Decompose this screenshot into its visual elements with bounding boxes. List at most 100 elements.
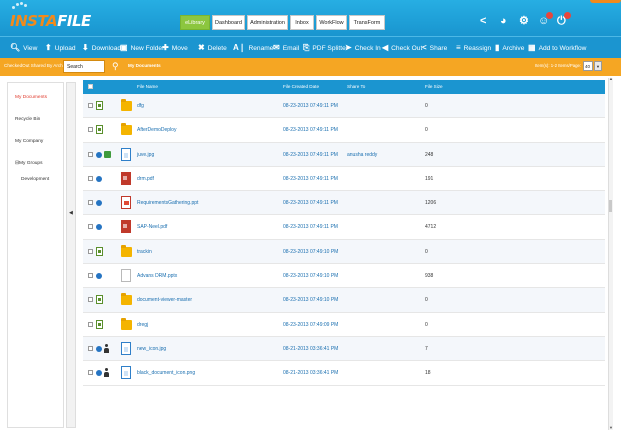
delete-button[interactable]: ✖ Delete bbox=[198, 41, 227, 55]
column-share-to[interactable]: Share To bbox=[347, 84, 365, 89]
archive-button[interactable]: ▮ Archive bbox=[495, 41, 524, 55]
row-checkbox[interactable] bbox=[88, 345, 93, 351]
instafile-logo[interactable]: INSTA FILE bbox=[10, 2, 91, 30]
table-row[interactable]: RequirementsGathering.ppt 08-23-2013 07:4… bbox=[83, 191, 605, 216]
shared-icon[interactable] bbox=[104, 150, 111, 158]
row-checkbox[interactable] bbox=[88, 224, 93, 230]
info-icon[interactable] bbox=[96, 273, 102, 280]
row-checkbox[interactable] bbox=[88, 151, 93, 157]
row-checkbox[interactable] bbox=[88, 127, 93, 133]
folder-icon bbox=[121, 244, 132, 257]
search-icon[interactable]: ⚲ bbox=[112, 61, 119, 71]
sidebar-item-my-documents[interactable]: My Documents bbox=[15, 95, 47, 100]
new-folder-label: New Folder bbox=[130, 44, 165, 52]
upload-button[interactable]: ⬆ Upload bbox=[45, 41, 76, 55]
file-name[interactable]: Advans DRM.pptx bbox=[137, 273, 177, 279]
column-file-name[interactable]: File Name bbox=[137, 84, 158, 89]
vertical-scrollbar[interactable] bbox=[608, 78, 613, 430]
table-row[interactable]: document-viewer-master 08-23-2013 07:49:1… bbox=[83, 288, 605, 313]
table-row[interactable]: juve.jpg 08-23-2013 07:49:11 PM anusha red… bbox=[83, 142, 605, 167]
file-name[interactable]: trackin bbox=[137, 249, 152, 255]
tab-administration[interactable]: Administration bbox=[247, 15, 288, 30]
file-name[interactable]: new_icon.jpg bbox=[137, 346, 166, 352]
folder-properties-icon[interactable] bbox=[96, 246, 103, 256]
folder-properties-icon[interactable] bbox=[96, 319, 103, 329]
row-checkbox[interactable] bbox=[88, 248, 93, 254]
search-input[interactable]: Search bbox=[63, 60, 105, 73]
email-button[interactable]: ✉ Email bbox=[273, 41, 299, 55]
column-created-date[interactable]: File Created Date bbox=[283, 84, 319, 89]
tab-elibrary[interactable]: eLibrary bbox=[180, 15, 210, 30]
sidebar-item-my-groups[interactable]: ⊟My Groups bbox=[15, 161, 42, 166]
select-all-checkbox[interactable] bbox=[88, 84, 93, 89]
table-row[interactable]: Advans DRM.pptx 08-23-2013 07:49:10 PM 938 bbox=[83, 264, 605, 289]
header-corner-accent bbox=[590, 0, 621, 3]
file-name[interactable]: AfterDemoDeploy bbox=[137, 127, 176, 133]
table-row[interactable]: drm.pdf 08-23-2013 07:49:11 PM 191 bbox=[83, 166, 605, 192]
scroll-down-icon[interactable]: ▼ bbox=[609, 425, 613, 430]
file-name[interactable]: drm.pdf bbox=[137, 176, 154, 182]
tab-workflow[interactable]: WorkFlow bbox=[316, 15, 347, 30]
row-checkbox[interactable] bbox=[88, 370, 93, 376]
scrollbar-thumb[interactable] bbox=[609, 200, 612, 212]
rename-button[interactable]: A❘ Rename bbox=[233, 41, 273, 55]
folder-properties-icon[interactable] bbox=[96, 295, 103, 305]
move-button[interactable]: ✚ Move bbox=[162, 41, 188, 55]
row-checkbox[interactable] bbox=[88, 321, 93, 327]
help-icon[interactable]: ◕ bbox=[500, 14, 507, 28]
filter-links[interactable]: CheckedOut Shared By Archive bbox=[4, 63, 69, 68]
table-row[interactable]: dregj 08-23-2013 07:49:09 PM 0 bbox=[83, 312, 605, 337]
info-icon[interactable] bbox=[96, 345, 102, 352]
settings-icon[interactable]: ⚙ bbox=[519, 14, 529, 28]
table-row[interactable]: black_document_icon.png 08-21-2013 03:36:… bbox=[83, 361, 605, 386]
check-in-button[interactable]: ➤ Check In bbox=[345, 41, 381, 55]
file-name[interactable]: juve.jpg bbox=[137, 152, 154, 158]
row-checkbox[interactable] bbox=[88, 273, 93, 279]
info-icon[interactable] bbox=[96, 151, 102, 158]
view-button[interactable]: 🔍︎ View bbox=[10, 41, 37, 55]
file-name[interactable]: black_document_icon.png bbox=[137, 370, 195, 376]
table-row[interactable]: new_icon.jpg 08-21-2013 03:36:41 PM 7 bbox=[83, 336, 605, 362]
file-name[interactable]: RequirementsGathering.ppt bbox=[137, 200, 198, 206]
owner-icon[interactable] bbox=[104, 368, 109, 378]
download-button[interactable]: ⬇ Download bbox=[82, 41, 121, 55]
share-icon[interactable]: < bbox=[480, 14, 486, 28]
table-row[interactable]: trackin 08-23-2013 07:49:10 PM 0 bbox=[83, 239, 605, 265]
tab-inbox[interactable]: Inbox bbox=[290, 15, 314, 30]
table-row[interactable]: AfterDemoDeploy 08-23-2013 07:49:11 PM 0 bbox=[83, 118, 605, 143]
owner-icon[interactable] bbox=[104, 343, 109, 353]
sidebar-item-my-company[interactable]: My Company bbox=[15, 139, 43, 144]
add-to-workflow-button[interactable]: ▦ Add to Workflow bbox=[528, 41, 586, 55]
folder-properties-icon[interactable] bbox=[96, 101, 103, 110]
sidebar-item-development[interactable]: Development bbox=[21, 177, 49, 182]
scroll-up-icon[interactable]: ▲ bbox=[609, 76, 613, 81]
folder-properties-icon[interactable] bbox=[96, 125, 103, 135]
tab-transform[interactable]: TransForm bbox=[349, 15, 385, 30]
pdf-splitter-button[interactable]: ⎘ PDF Splitter bbox=[303, 41, 348, 55]
share-button[interactable]: < Share bbox=[422, 41, 447, 55]
sidebar-item-recycle-bin[interactable]: Recycle Bin bbox=[15, 117, 40, 122]
logo-insta-text: INSTA bbox=[10, 12, 58, 30]
table-row[interactable]: dfg 08-23-2013 07:49:11 PM 0 bbox=[83, 94, 605, 119]
items-per-page-select[interactable]: 40 bbox=[583, 61, 593, 71]
chevron-down-icon[interactable]: ▼ bbox=[594, 61, 602, 71]
table-row[interactable]: SAP-Neel.pdf 08-23-2013 07:49:11 PM 4712 bbox=[83, 215, 605, 240]
file-name[interactable]: SAP-Neel.pdf bbox=[137, 224, 167, 230]
info-icon[interactable] bbox=[96, 200, 102, 207]
info-icon[interactable] bbox=[96, 370, 102, 377]
tab-dashboard[interactable]: Dashboard bbox=[212, 15, 245, 30]
file-name[interactable]: dfg bbox=[137, 103, 144, 109]
new-folder-button[interactable]: ▣ New Folder bbox=[120, 41, 164, 55]
sidebar-collapse-handle[interactable]: ◀ bbox=[66, 82, 76, 428]
row-checkbox[interactable] bbox=[88, 200, 93, 206]
row-checkbox[interactable] bbox=[88, 297, 93, 303]
row-checkbox[interactable] bbox=[88, 103, 93, 108]
info-icon[interactable] bbox=[96, 175, 102, 182]
column-file-size[interactable]: File Size bbox=[425, 84, 443, 89]
row-checkbox[interactable] bbox=[88, 175, 93, 181]
reassign-button[interactable]: ≡ Reassign bbox=[456, 41, 491, 55]
file-name[interactable]: dregj bbox=[137, 322, 148, 328]
check-out-button[interactable]: ◀ Check Out bbox=[382, 41, 422, 55]
info-icon[interactable] bbox=[96, 224, 102, 231]
file-name[interactable]: document-viewer-master bbox=[137, 297, 192, 303]
